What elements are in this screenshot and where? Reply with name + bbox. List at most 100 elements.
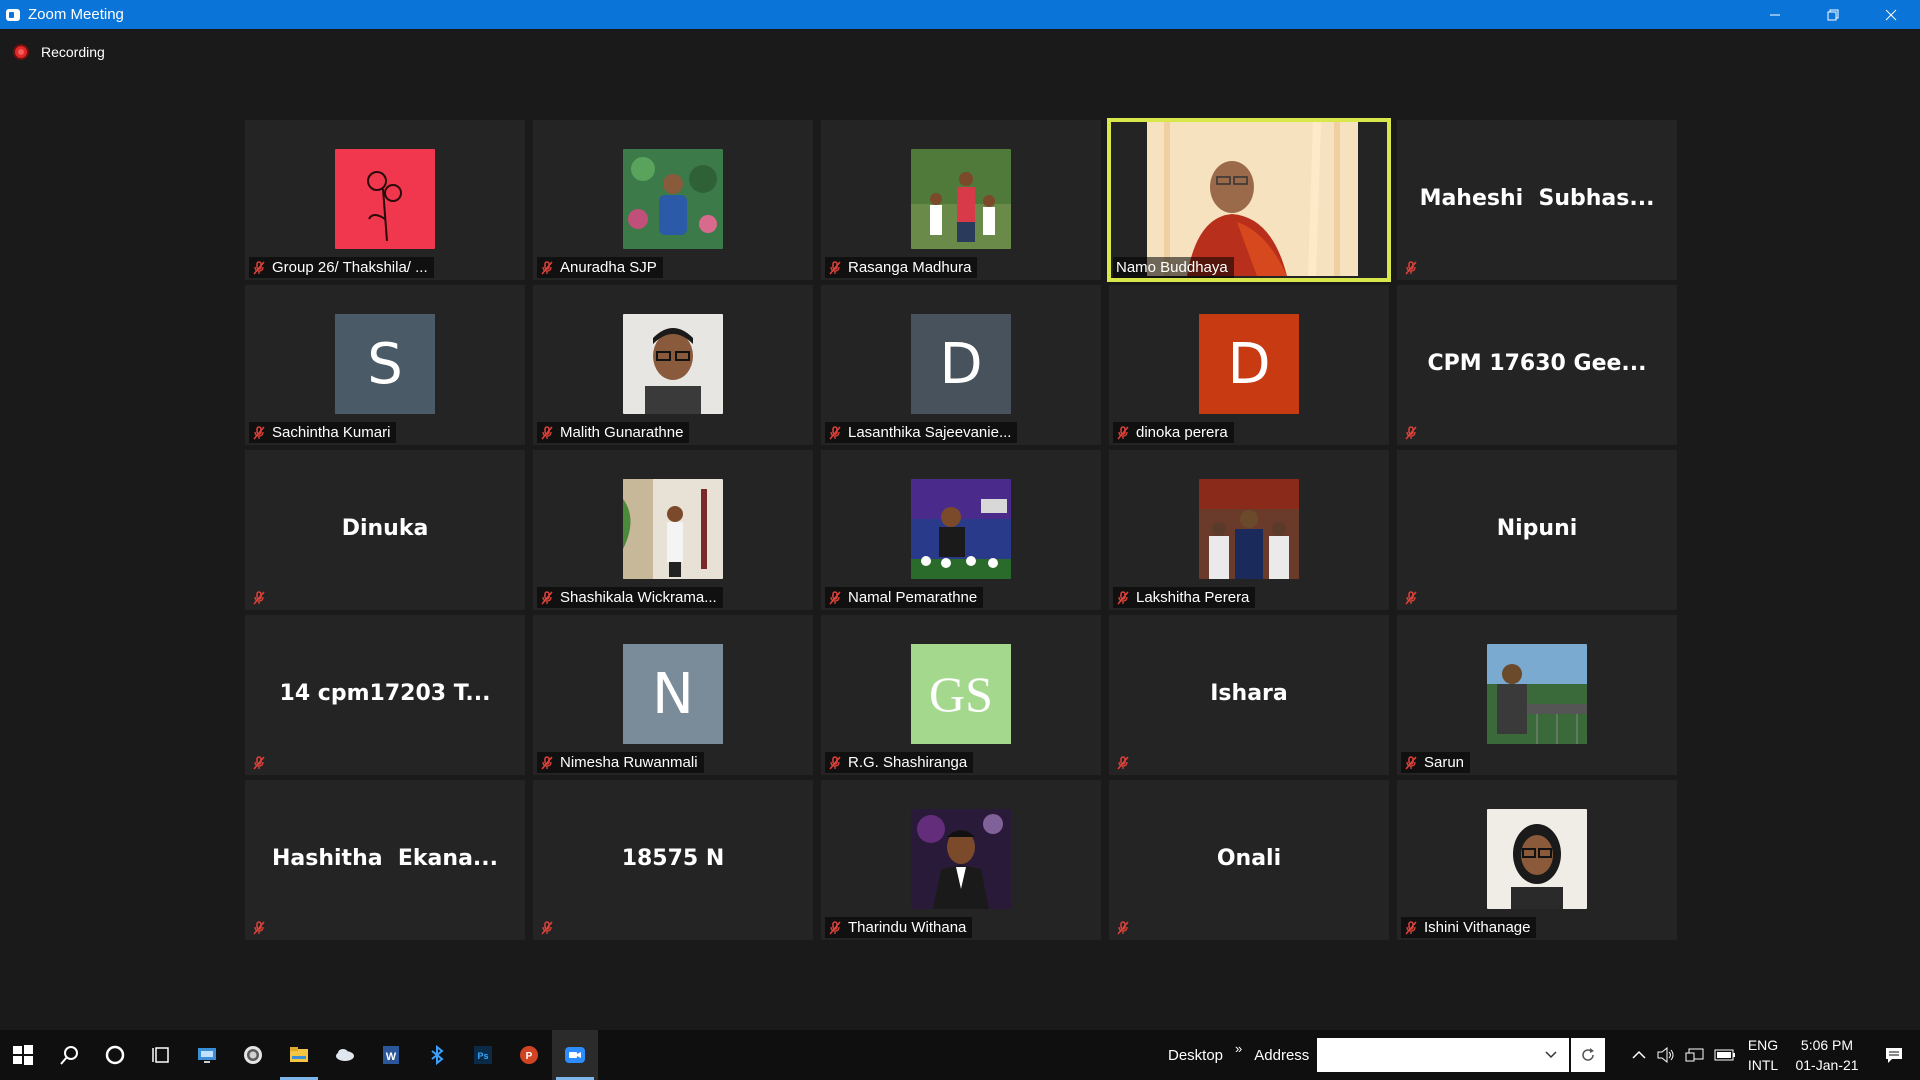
mic-muted-icon (541, 590, 553, 604)
language-code: ENG (1747, 1037, 1779, 1053)
profile-photo (911, 149, 1011, 249)
participant-name-bar (1401, 422, 1430, 443)
taskbar-app-bluetooth[interactable] (414, 1030, 460, 1080)
taskbar-app-chrome[interactable] (230, 1030, 276, 1080)
show-hidden-icons-button[interactable] (1626, 1030, 1652, 1080)
participant-tile[interactable]: Sarun (1397, 615, 1677, 775)
taskbar-app-cloud[interactable] (322, 1030, 368, 1080)
input-language[interactable]: ENG INTL (1740, 1035, 1786, 1075)
address-input[interactable] (1317, 1038, 1570, 1072)
participant-tile[interactable]: Namal Pemarathne (821, 450, 1101, 610)
participant-tile[interactable]: Maheshi Subhas... (1397, 120, 1677, 280)
participant-name-bar: Sarun (1401, 752, 1471, 773)
profile-photo (623, 149, 723, 249)
taskbar-app-powerpoint[interactable]: P (506, 1030, 552, 1080)
participant-tile[interactable]: Shashikala Wickrama... (533, 450, 813, 610)
participant-tile[interactable]: S Sachintha Kumari (245, 285, 525, 445)
participant-tile[interactable]: Anuradha SJP (533, 120, 813, 280)
zoom-icon (565, 1047, 585, 1063)
search-button[interactable] (46, 1030, 92, 1080)
participant-tile[interactable]: N Nimesha Ruwanmali (533, 615, 813, 775)
restore-icon (1827, 9, 1839, 20)
refresh-button[interactable] (1571, 1038, 1606, 1072)
minimize-button[interactable] (1746, 0, 1804, 29)
chevron-down-icon[interactable] (1545, 1051, 1557, 1059)
participant-name-bar: Sachintha Kumari (249, 422, 397, 443)
clock[interactable]: 5:06 PM 01-Jan-21 (1786, 1035, 1868, 1075)
file-explorer-icon (290, 1047, 308, 1062)
cortana-icon (105, 1045, 125, 1065)
participant-display-name: Hashitha Ekana... (272, 846, 498, 871)
battery-button[interactable] (1710, 1030, 1740, 1080)
taskbar-app-computer[interactable] (184, 1030, 230, 1080)
start-icon (13, 1045, 33, 1065)
participant-name: Sarun (1424, 754, 1465, 771)
mic-muted-icon (1117, 755, 1129, 769)
participant-display-name: 14 cpm17203 T... (279, 681, 491, 706)
participant-tile[interactable]: Group 26/ Thakshila/ ... (245, 120, 525, 280)
profile-photo (1199, 479, 1299, 579)
participant-name: dinoka perera (1136, 424, 1228, 441)
word-icon: W (383, 1046, 399, 1064)
desktop-toolbar[interactable]: Desktop (1168, 1047, 1223, 1064)
participant-name: Lakshitha Perera (1136, 589, 1250, 606)
participant-tile[interactable]: 14 cpm17203 T... (245, 615, 525, 775)
network-button[interactable] (1680, 1030, 1710, 1080)
participant-tile[interactable]: Dinuka (245, 450, 525, 610)
participant-name-bar (249, 752, 278, 773)
cortana-button[interactable] (92, 1030, 138, 1080)
taskbar-app-zoom[interactable] (552, 1030, 598, 1080)
mic-muted-icon (253, 920, 265, 934)
bluetooth-icon (431, 1044, 444, 1066)
participant-tile[interactable]: Ddinoka perera (1109, 285, 1389, 445)
participant-tile[interactable]: 18575 N (533, 780, 813, 940)
volume-button[interactable] (1652, 1030, 1680, 1080)
mic-muted-icon (253, 425, 265, 439)
participant-tile[interactable]: Hashitha Ekana... (245, 780, 525, 940)
mic-muted-icon (253, 590, 265, 604)
start-button[interactable] (0, 1030, 46, 1080)
clock-date: 01-Jan-21 (1795, 1057, 1859, 1073)
action-center-button[interactable] (1868, 1030, 1920, 1080)
participant-tile[interactable]: Tharindu Withana (821, 780, 1101, 940)
participant-name: Rasanga Madhura (848, 259, 972, 276)
participant-name-bar: Lakshitha Perera (1113, 587, 1256, 608)
search-icon (60, 1046, 78, 1065)
taskbar-app-word[interactable]: W (368, 1030, 414, 1080)
participant-tile[interactable]: Ishara (1109, 615, 1389, 775)
mic-muted-icon (541, 260, 553, 274)
participant-tile[interactable]: Ishini Vithanage (1397, 780, 1677, 940)
participant-display-name: CPM 17630 Gee... (1427, 351, 1647, 376)
photoshop-icon: Ps (474, 1046, 492, 1064)
taskbar-toolbars: Desktop » Address (1168, 1030, 1606, 1080)
mic-muted-icon (1117, 425, 1129, 439)
task-view-button[interactable] (138, 1030, 184, 1080)
participant-tile[interactable]: Rasanga Madhura (821, 120, 1101, 280)
participant-tile[interactable]: CPM 17630 Gee... (1397, 285, 1677, 445)
mic-muted-icon (829, 260, 841, 274)
participant-tile[interactable]: Lakshitha Perera (1109, 450, 1389, 610)
close-button[interactable] (1862, 0, 1920, 29)
taskbar: W Ps P Desktop » Address ENG INTL 5:06 P… (0, 1030, 1920, 1080)
mic-muted-icon (253, 755, 265, 769)
participant-tile[interactable]: Nipuni (1397, 450, 1677, 610)
avatar-initials: S (335, 314, 435, 414)
participant-tile[interactable]: Onali (1109, 780, 1389, 940)
recording-indicator[interactable]: Recording (15, 44, 105, 60)
profile-photo (1487, 809, 1587, 909)
mic-muted-icon (829, 920, 841, 934)
toolbar-chevron-icon[interactable]: » (1235, 1041, 1242, 1056)
mic-muted-icon (829, 425, 841, 439)
profile-photo (623, 314, 723, 414)
restore-button[interactable] (1804, 0, 1862, 29)
participant-name-bar (249, 587, 278, 608)
participant-tile[interactable]: Malith Gunarathne (533, 285, 813, 445)
participant-tile[interactable]: D Lasanthika Sajeevanie... (821, 285, 1101, 445)
avatar-initials: N (623, 644, 723, 744)
active-speaker-tile[interactable]: Namo Buddhaya (1107, 118, 1391, 282)
participant-name: Ishini Vithanage (1424, 919, 1531, 936)
participant-tile[interactable]: GS R.G. Shashiranga (821, 615, 1101, 775)
avatar-initials: D (911, 314, 1011, 414)
taskbar-app-photoshop[interactable]: Ps (460, 1030, 506, 1080)
taskbar-app-file-explorer[interactable] (276, 1030, 322, 1080)
